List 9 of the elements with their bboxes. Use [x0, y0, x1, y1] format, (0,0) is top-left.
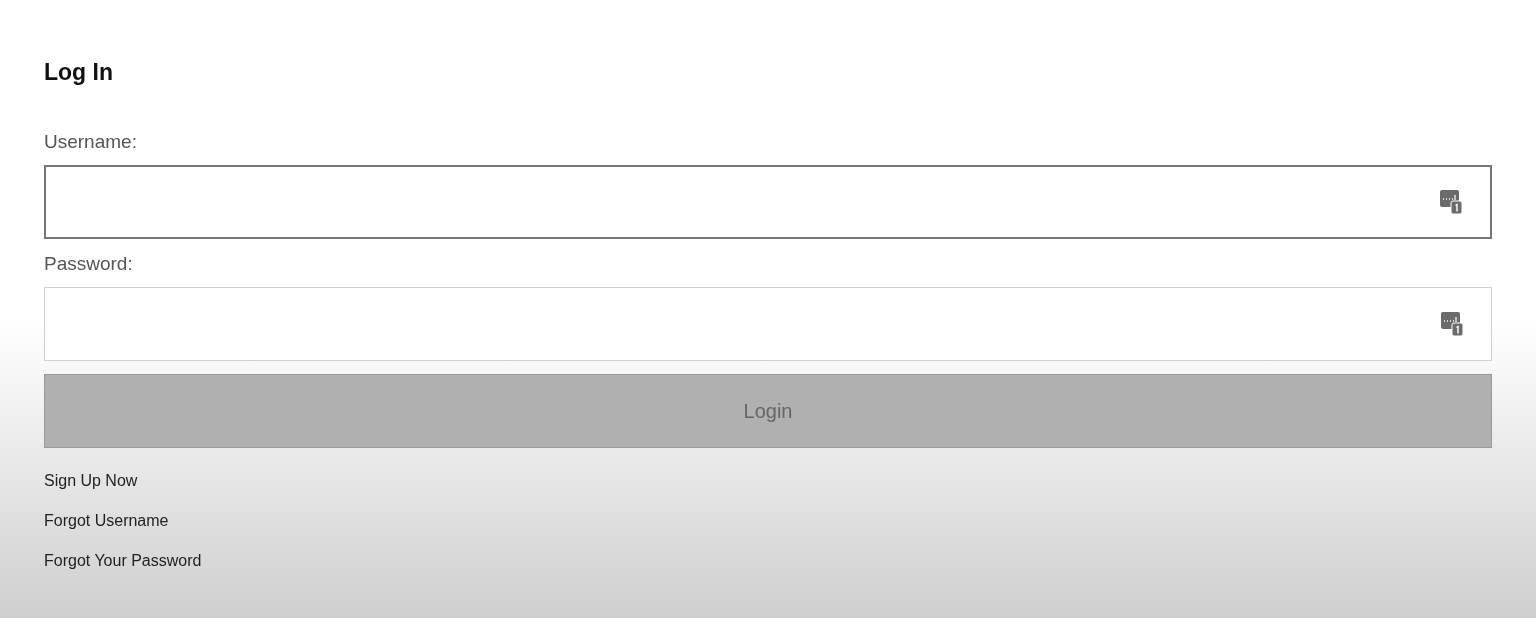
link[interactable]: Forgot Your Password [44, 551, 202, 571]
page-title: Log In [44, 58, 113, 86]
input-field[interactable] [44, 165, 1492, 239]
key-badge-icon [1441, 312, 1463, 336]
field-label: Username: [44, 131, 137, 153]
key-badge-icon [1440, 190, 1462, 214]
link[interactable]: Sign Up Now [44, 471, 138, 491]
field-label: Password: [44, 253, 133, 275]
link[interactable]: Forgot Username [44, 511, 169, 531]
